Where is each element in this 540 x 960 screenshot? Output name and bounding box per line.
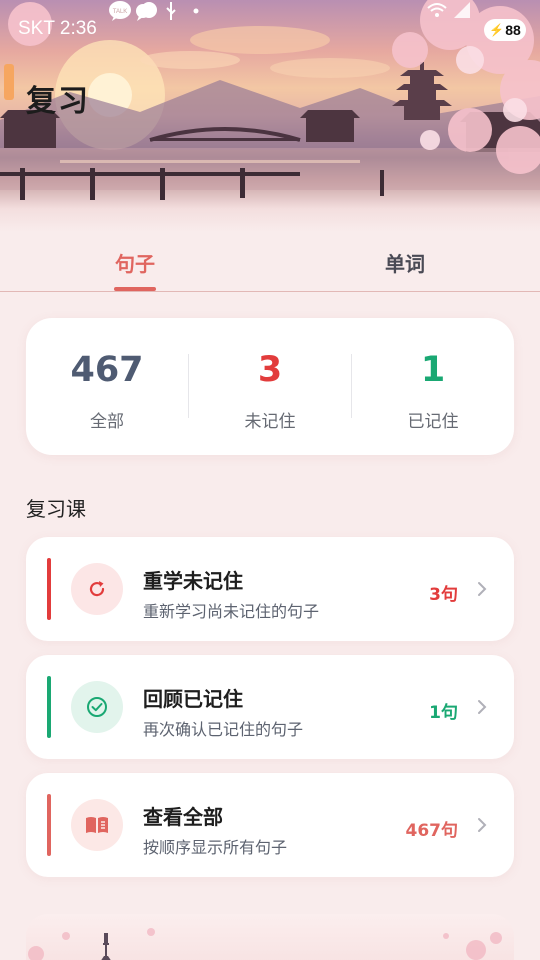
open-book-icon [71, 799, 123, 851]
refresh-icon [71, 563, 123, 615]
course-count: 467句 [405, 821, 459, 841]
course-title: 回顾已记住 [143, 687, 243, 711]
course-subtitle: 按顺序显示所有句子 [143, 838, 288, 857]
chevron-right-icon [478, 818, 487, 832]
accent-bar [47, 676, 51, 738]
tab-bar: 句子 单词 [0, 232, 540, 292]
section-title: 复习课 [26, 497, 86, 521]
stat-not-memorized-label: 未记住 [244, 412, 296, 432]
usb-icon [166, 2, 176, 20]
stat-memorized-label: 已记住 [407, 412, 459, 432]
page-title: 复习 [26, 84, 90, 119]
header-banner: SKT 2:36 TALK ⚡ 88 复习 [0, 0, 540, 232]
signal-icon [454, 2, 470, 18]
scenery-illustration [28, 928, 502, 960]
cloud-chat-icon [136, 2, 157, 21]
stat-total: 467 全部 [26, 318, 188, 455]
course-subtitle: 再次确认已记住的句子 [143, 720, 304, 739]
chevron-right-icon [478, 700, 487, 714]
tab-indicator [114, 287, 156, 291]
course-subtitle: 重新学习尚未记住的句子 [143, 602, 320, 621]
course-relearn-unmemorized[interactable]: 重学未记住 重新学习尚未记住的句子 3句 [26, 537, 514, 641]
stat-memorized: 1 已记住 [352, 318, 514, 455]
battery-icon: ⚡ 88 [484, 19, 526, 41]
tab-sentences[interactable]: 句子 [0, 232, 270, 292]
course-review-memorized[interactable]: 回顾已记住 再次确认已记住的句子 1句 [26, 655, 514, 759]
stat-memorized-value: 1 [420, 350, 446, 390]
stat-not-memorized-value: 3 [257, 350, 283, 390]
check-circle-icon [71, 681, 123, 733]
course-view-all[interactable]: 查看全部 按顺序显示所有句子 467句 [26, 773, 514, 877]
stats-card: 467 全部 3 未记住 1 已记住 [26, 318, 514, 455]
course-title: 重学未记住 [143, 569, 243, 593]
accent-bar [47, 794, 51, 856]
course-count: 3句 [429, 585, 458, 605]
tab-words[interactable]: 单词 [270, 232, 540, 292]
status-bar: SKT 2:36 TALK ⚡ 88 [0, 0, 540, 60]
dot-icon [193, 8, 199, 14]
accent-bar [47, 558, 51, 620]
stat-total-value: 467 [70, 350, 144, 390]
course-title: 查看全部 [143, 805, 223, 829]
stat-total-label: 全部 [90, 412, 124, 432]
kakaotalk-icon: TALK [109, 1, 131, 21]
svg-text:TALK: TALK [113, 9, 128, 15]
bottom-banner [26, 914, 514, 960]
course-count: 1句 [429, 703, 458, 723]
wifi-icon [427, 3, 447, 17]
status-carrier-time: SKT 2:36 [18, 18, 97, 39]
stat-not-memorized: 3 未记住 [189, 318, 351, 455]
chevron-right-icon [478, 582, 487, 596]
